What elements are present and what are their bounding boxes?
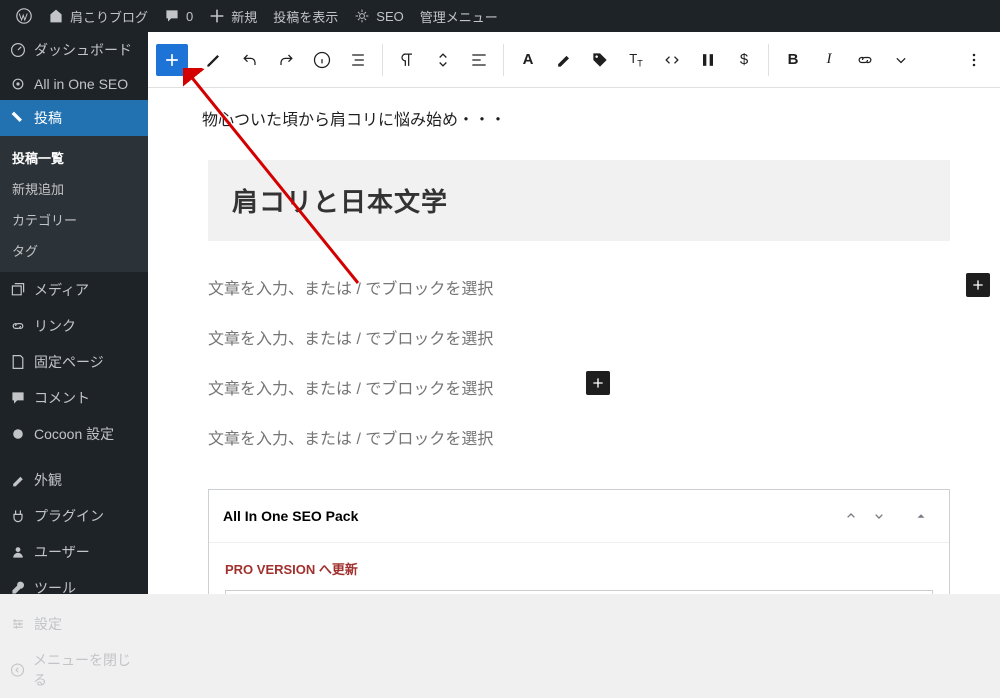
add-block-inline-button[interactable] [966, 273, 990, 297]
align-button[interactable] [461, 42, 497, 78]
sidebar-tools[interactable]: ツール [0, 570, 148, 606]
sidebar-dashboard[interactable]: ダッシュボード [0, 32, 148, 68]
seo-label: SEO [376, 9, 403, 24]
placeholder-text: 文章を入力、または / でブロックを選択 [208, 281, 493, 298]
outline-button[interactable] [340, 42, 376, 78]
sidebar-users[interactable]: ユーザー [0, 534, 148, 570]
admin-sidebar: ダッシュボード All in One SEO 投稿 投稿一覧 新規追加 カテゴリ… [0, 32, 148, 594]
transform-button[interactable] [425, 42, 461, 78]
paragraph-block-3[interactable]: 文章を入力、または / でブロックを選択 [208, 365, 950, 409]
paragraph-block-1[interactable]: 文章を入力、または / でブロックを選択 [208, 265, 950, 309]
add-block-mid-button[interactable] [586, 371, 610, 395]
paragraph-block-2[interactable]: 文章を入力、または / でブロックを選択 [208, 315, 950, 359]
metabox-down-button[interactable] [865, 502, 893, 530]
comments-value: 0 [186, 9, 193, 24]
sidebar-comments[interactable]: コメント [0, 380, 148, 416]
new-content[interactable]: 新規 [201, 0, 265, 32]
site-label: 肩こりブログ [70, 7, 148, 26]
info-button[interactable] [304, 42, 340, 78]
paragraph-button[interactable] [389, 42, 425, 78]
editor-toolbar: A TT $ B I [148, 32, 1000, 88]
aioseo-metabox: All In One SEO Pack PRO VERSION へ更新 [208, 489, 950, 594]
pro-input[interactable] [225, 590, 933, 594]
format-button[interactable] [690, 42, 726, 78]
sub-posts-list[interactable]: 投稿一覧 [0, 142, 148, 173]
admin-menu[interactable]: 管理メニュー [412, 0, 506, 32]
wp-logo[interactable] [8, 0, 40, 32]
posts-submenu: 投稿一覧 新規追加 カテゴリー タグ [0, 136, 148, 272]
sidebar-posts[interactable]: 投稿 [0, 100, 148, 136]
metabox-title: All In One SEO Pack [223, 508, 837, 524]
undo-button[interactable] [232, 42, 268, 78]
intro-paragraph[interactable]: 物心ついた頃から肩コリに悩み始め・・・ [202, 98, 950, 160]
seo-menu[interactable]: SEO [346, 0, 411, 32]
heading-text[interactable]: 肩コリと日本文学 [232, 182, 926, 219]
sidebar-link[interactable]: リンク [0, 308, 148, 344]
sidebar-media[interactable]: メディア [0, 272, 148, 308]
link-button[interactable] [847, 42, 883, 78]
sub-posts-tag[interactable]: タグ [0, 235, 148, 266]
sidebar-aioseo[interactable]: All in One SEO [0, 68, 148, 100]
sidebar-pages[interactable]: 固定ページ [0, 344, 148, 380]
new-label: 新規 [231, 7, 257, 26]
sidebar-appearance[interactable]: 外観 [0, 462, 148, 498]
sidebar-plugins[interactable]: プラグイン [0, 498, 148, 534]
placeholder-text: 文章を入力、または / でブロックを選択 [208, 431, 493, 448]
sidebar-cocoon[interactable]: Cocoon 設定 [0, 416, 148, 452]
add-block-button[interactable] [156, 44, 188, 76]
view-post[interactable]: 投稿を表示 [265, 0, 346, 32]
metabox-up-button[interactable] [837, 502, 865, 530]
placeholder-text: 文章を入力、または / でブロックを選択 [208, 331, 493, 348]
text-color-button[interactable]: A [510, 42, 546, 78]
heading-block[interactable]: 肩コリと日本文学 [208, 160, 950, 241]
metabox-toggle-button[interactable] [907, 502, 935, 530]
sub-posts-cat[interactable]: カテゴリー [0, 204, 148, 235]
options-button[interactable] [956, 42, 992, 78]
more-rich-button[interactable] [883, 42, 919, 78]
block-editor[interactable]: 物心ついた頃から肩コリに悩み始め・・・ 肩コリと日本文学 文章を入力、または /… [148, 88, 1000, 594]
paragraph-block-4[interactable]: 文章を入力、または / でブロックを選択 [208, 415, 950, 459]
comments-count[interactable]: 0 [156, 0, 201, 32]
currency-button[interactable]: $ [726, 42, 762, 78]
placeholder-text: 文章を入力、または / でブロックを選択 [208, 381, 493, 398]
tag-button[interactable] [582, 42, 618, 78]
pro-version-link[interactable]: PRO VERSION へ更新 [225, 559, 933, 578]
site-name[interactable]: 肩こりブログ [40, 0, 156, 32]
redo-button[interactable] [268, 42, 304, 78]
edit-mode-button[interactable] [196, 42, 232, 78]
sidebar-settings[interactable]: 設定 [0, 606, 148, 642]
code-button[interactable] [654, 42, 690, 78]
editor-main: A TT $ B I 物心ついた頃から肩コリに悩み始め・・・ 肩コリと日本文学 … [148, 32, 1000, 594]
sub-posts-add[interactable]: 新規追加 [0, 173, 148, 204]
highlight-button[interactable] [546, 42, 582, 78]
sidebar-collapse[interactable]: メニューを閉じる [0, 642, 148, 698]
bold-button[interactable]: B [775, 42, 811, 78]
italic-button[interactable]: I [811, 42, 847, 78]
font-size-button[interactable]: TT [618, 42, 654, 78]
